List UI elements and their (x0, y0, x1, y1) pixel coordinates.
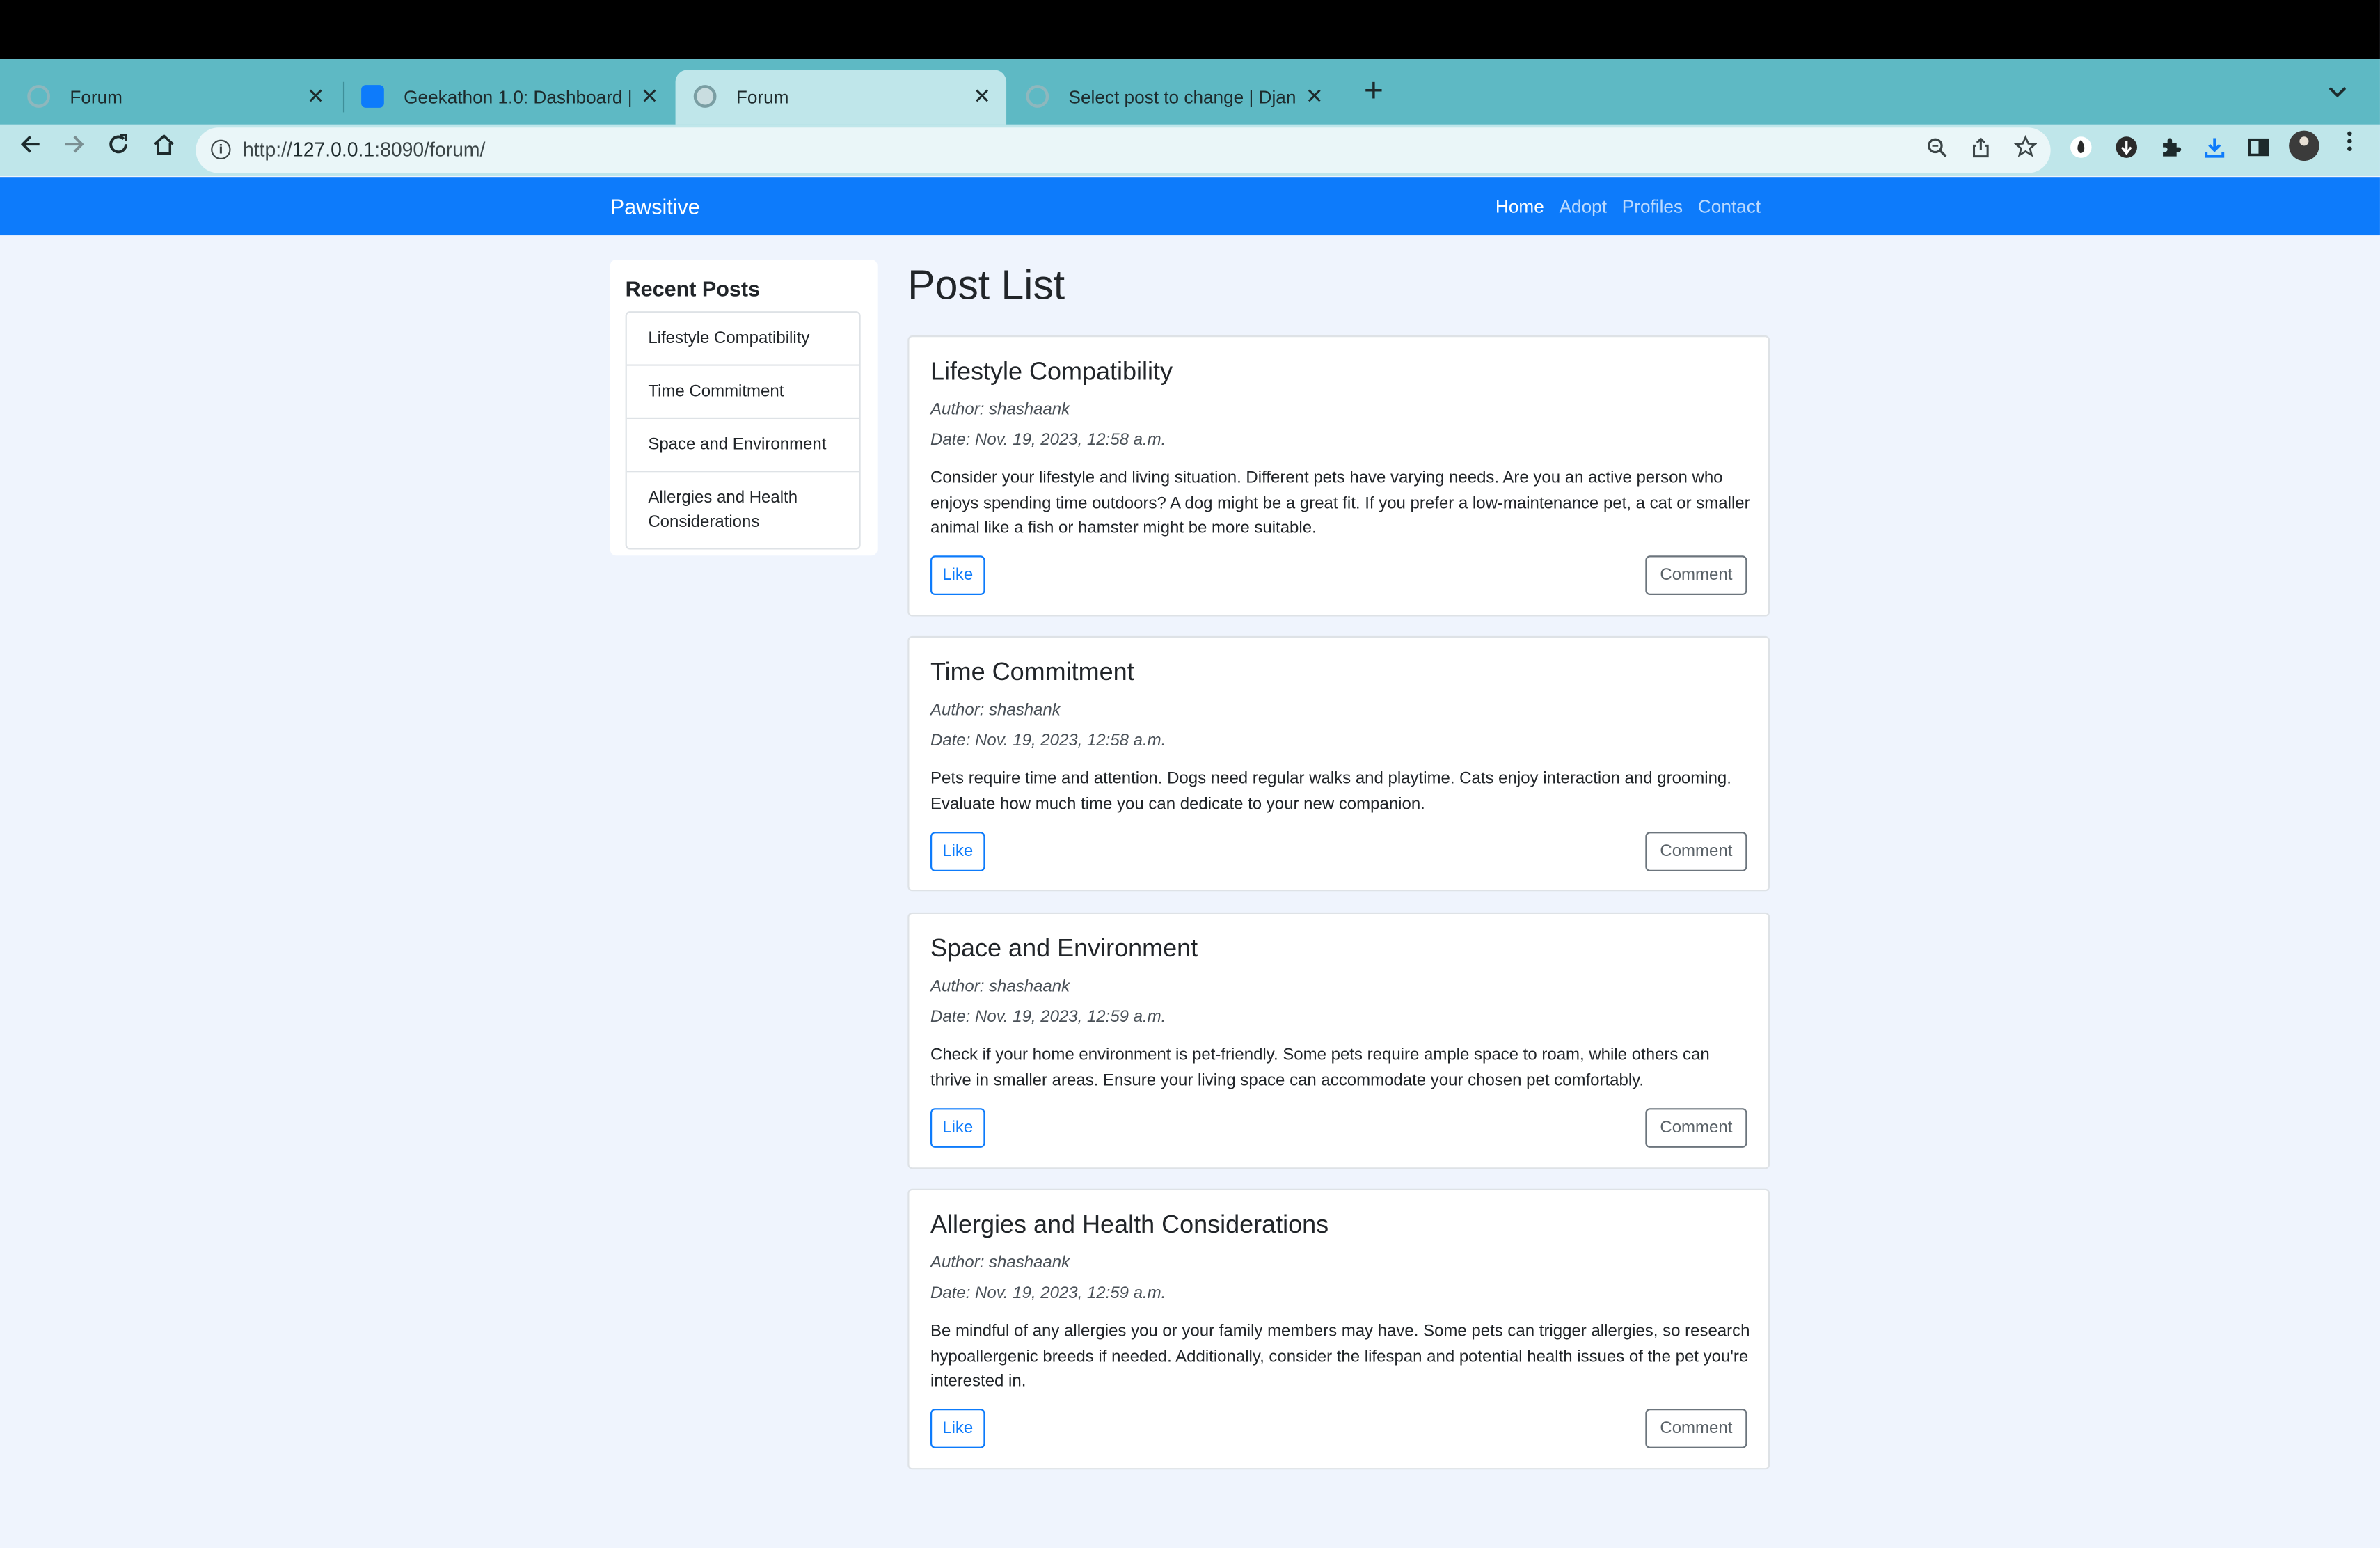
comment-button[interactable]: Comment (1645, 1409, 1747, 1448)
close-icon[interactable]: ✕ (1302, 84, 1326, 108)
post-author: Author: shashaank (930, 977, 1070, 996)
menu-icon[interactable] (2335, 131, 2365, 161)
post-title[interactable]: Lifestyle Compatibility (930, 358, 1173, 387)
recent-posts-list: Lifestyle Compatibility Time Commitment … (625, 311, 861, 550)
back-icon[interactable] (12, 132, 48, 168)
browser-toolbar: i http://127.0.0.1:8090/forum/ (0, 124, 2380, 177)
post-card: Allergies and Health Considerations Auth… (907, 1188, 1770, 1470)
post-author: Author: shashaank (930, 400, 1070, 419)
page-title: Post List (907, 262, 1065, 308)
nav-profiles[interactable]: Profiles (1622, 196, 1683, 217)
bookmark-star-icon[interactable] (2010, 134, 2040, 166)
post-title[interactable]: Space and Environment (930, 935, 1198, 964)
new-tab-button[interactable]: + (1356, 74, 1392, 111)
post-title[interactable]: Time Commitment (930, 659, 1134, 688)
share-icon[interactable] (1966, 135, 1997, 166)
nav-adopt[interactable]: Adopt (1560, 196, 1607, 217)
globe-icon (693, 85, 717, 108)
tab-geekathon[interactable]: Geekathon 1.0: Dashboard | D ✕ (343, 70, 674, 125)
comment-button[interactable]: Comment (1645, 555, 1747, 595)
tab-forum-1[interactable]: Forum ✕ (9, 70, 340, 125)
forward-icon[interactable] (56, 132, 93, 168)
post-card: Space and Environment Author: shashaank … (907, 912, 1770, 1169)
nav-links: Home Adopt Profiles Contact (1496, 196, 1761, 217)
post-date: Date: Nov. 19, 2023, 12:58 a.m. (930, 732, 1166, 750)
app-favicon-icon (361, 85, 384, 108)
sidebar-item-space[interactable]: Space and Environment (626, 419, 859, 473)
recent-posts-sidebar: Recent Posts Lifestyle Compatibility Tim… (610, 259, 878, 556)
post-author: Author: shashank (930, 701, 1061, 720)
close-icon[interactable]: ✕ (303, 84, 328, 108)
url-text[interactable]: http://127.0.0.1:8090/forum/ (243, 138, 485, 161)
tab-title: Forum (736, 86, 789, 108)
address-bar[interactable]: i http://127.0.0.1:8090/forum/ (196, 127, 2051, 173)
post-body: Consider your lifestyle and living situa… (930, 468, 1750, 538)
post-date: Date: Nov. 19, 2023, 12:59 a.m. (930, 1284, 1166, 1303)
nav-contact[interactable]: Contact (1698, 196, 1761, 217)
site-navbar: Pawsitive Home Adopt Profiles Contact (0, 177, 2380, 236)
tab-title: Geekathon 1.0: Dashboard | D (404, 86, 632, 108)
tab-search-chevron-icon[interactable] (2322, 76, 2353, 106)
tab-django-admin[interactable]: Select post to change | Djang ✕ (1008, 70, 1338, 125)
like-button[interactable]: Like (930, 1108, 985, 1148)
globe-icon (1026, 85, 1049, 108)
like-button[interactable]: Like (930, 1409, 985, 1448)
side-panel-icon[interactable] (2244, 135, 2274, 166)
post-title[interactable]: Allergies and Health Considerations (930, 1212, 1328, 1240)
post-date: Date: Nov. 19, 2023, 12:58 a.m. (930, 431, 1166, 450)
sidebar-item-allergies[interactable]: Allergies and Health Considerations (627, 472, 859, 548)
post-card: Time Commitment Author: shashank Date: N… (907, 635, 1770, 892)
comment-button[interactable]: Comment (1645, 832, 1747, 871)
browser-window: Forum ✕ Geekathon 1.0: Dashboard | D ✕ F… (0, 0, 2380, 1548)
comment-button[interactable]: Comment (1645, 1108, 1747, 1148)
globe-icon (27, 85, 50, 108)
post-date: Date: Nov. 19, 2023, 12:59 a.m. (930, 1008, 1166, 1027)
close-icon[interactable]: ✕ (970, 84, 994, 108)
extension-drop-icon[interactable] (2065, 135, 2096, 166)
tab-title: Select post to change | Djang (1068, 86, 1296, 108)
tab-title: Forum (70, 86, 122, 108)
post-author: Author: shashaank (930, 1254, 1070, 1272)
sidebar-item-time[interactable]: Time Commitment (626, 366, 859, 419)
extension-shield-icon[interactable] (2111, 135, 2142, 166)
nav-home[interactable]: Home (1496, 196, 1544, 217)
sidebar-heading: Recent Posts (625, 276, 761, 301)
post-body: Be mindful of any allergies you or your … (930, 1322, 1750, 1391)
tab-strip: Forum ✕ Geekathon 1.0: Dashboard | D ✕ F… (0, 59, 2380, 125)
sidebar-item-lifestyle[interactable]: Lifestyle Compatibility (626, 313, 859, 366)
tab-forum-active[interactable]: Forum ✕ (675, 70, 1007, 125)
close-icon[interactable]: ✕ (637, 84, 662, 108)
profile-avatar[interactable] (2289, 130, 2319, 161)
site-info-icon[interactable]: i (211, 139, 231, 160)
reload-icon[interactable] (100, 132, 136, 168)
brand-logo-text[interactable]: Pawsitive (610, 194, 700, 219)
post-card: Lifestyle Compatibility Author: shashaan… (907, 335, 1770, 617)
download-icon[interactable] (2199, 135, 2230, 166)
like-button[interactable]: Like (930, 832, 985, 871)
screen-top-bar (0, 0, 2380, 60)
post-body: Check if your home environment is pet-fr… (930, 1045, 1710, 1090)
extension-icon[interactable] (2155, 135, 2186, 166)
post-body: Pets require time and attention. Dogs ne… (930, 769, 1731, 814)
like-button[interactable]: Like (930, 555, 985, 595)
home-icon[interactable] (145, 132, 182, 168)
zoom-icon[interactable] (1921, 135, 1952, 166)
